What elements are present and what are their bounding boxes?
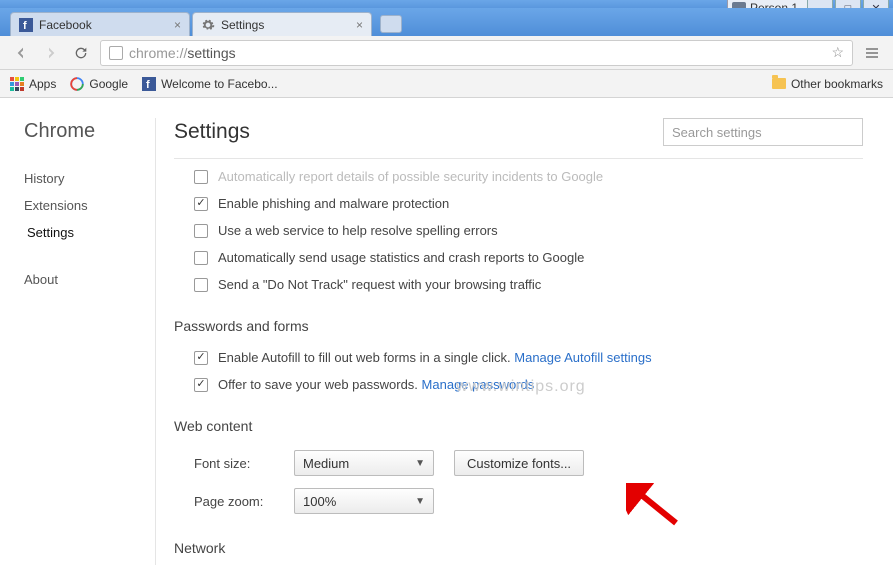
sidebar-item-about[interactable]: About xyxy=(24,266,155,293)
search-placeholder: Search settings xyxy=(672,125,762,140)
option-enable-autofill[interactable]: Enable Autofill to fill out web forms in… xyxy=(174,344,863,371)
search-settings-input[interactable]: Search settings xyxy=(663,118,863,146)
checkbox[interactable] xyxy=(194,251,208,265)
chevron-down-icon: ▼ xyxy=(415,496,425,507)
page-zoom-label: Page zoom: xyxy=(194,494,274,509)
checkbox[interactable] xyxy=(194,170,208,184)
forward-button[interactable] xyxy=(40,42,62,64)
option-do-not-track[interactable]: Send a "Do Not Track" request with your … xyxy=(174,271,863,298)
option-phishing-protection[interactable]: Enable phishing and malware protection xyxy=(174,190,863,217)
close-icon[interactable]: × xyxy=(174,18,181,32)
save-pw-text: Offer to save your web passwords. xyxy=(218,377,418,392)
customize-fonts-button[interactable]: Customize fonts... xyxy=(454,450,584,476)
sidebar-item-history[interactable]: History xyxy=(24,165,155,192)
bookmarks-bar: Apps Google f Welcome to Facebo... Other… xyxy=(0,70,893,98)
page-title: Settings xyxy=(174,120,250,144)
tab-label: Settings xyxy=(221,18,264,32)
option-label: Automatically report details of possible… xyxy=(218,169,603,184)
section-passwords-forms: Passwords and forms xyxy=(174,318,863,334)
apps-shortcut[interactable]: Apps xyxy=(10,77,56,91)
checkbox[interactable] xyxy=(194,378,208,392)
section-web-content: Web content xyxy=(174,418,863,434)
page-icon xyxy=(109,46,123,60)
button-label: Customize fonts... xyxy=(467,456,571,471)
checkbox[interactable] xyxy=(194,278,208,292)
apps-icon xyxy=(10,77,24,91)
omnibox[interactable]: chrome://settings ☆ xyxy=(100,40,853,66)
tab-strip: f Facebook × Settings × xyxy=(0,8,893,36)
bookmark-label: Google xyxy=(89,77,128,91)
reload-button[interactable] xyxy=(70,42,92,64)
manage-passwords-link[interactable]: Manage passwords xyxy=(422,377,535,392)
checkbox[interactable] xyxy=(194,224,208,238)
settings-page: Chrome History Extensions Settings About… xyxy=(0,98,893,565)
option-save-passwords[interactable]: Offer to save your web passwords. Manage… xyxy=(174,371,863,398)
sidebar-item-settings[interactable]: Settings xyxy=(24,219,155,246)
url-path: settings xyxy=(187,45,235,61)
bookmark-star-icon[interactable]: ☆ xyxy=(831,44,844,61)
tab-label: Facebook xyxy=(39,18,92,32)
section-network: Network xyxy=(174,540,863,556)
option-label: Enable phishing and malware protection xyxy=(218,196,449,211)
settings-main: Settings Search settings Automatically r… xyxy=(156,98,893,565)
manage-autofill-link[interactable]: Manage Autofill settings xyxy=(514,350,651,365)
autofill-text: Enable Autofill to fill out web forms in… xyxy=(218,350,511,365)
sidebar-item-extensions[interactable]: Extensions xyxy=(24,192,155,219)
option-label: Use a web service to help resolve spelli… xyxy=(218,223,498,238)
bookmark-facebook[interactable]: f Welcome to Facebo... xyxy=(142,77,278,91)
page-zoom-select[interactable]: 100% ▼ xyxy=(294,488,434,514)
option-label: Automatically send usage statistics and … xyxy=(218,250,584,265)
font-size-select[interactable]: Medium ▼ xyxy=(294,450,434,476)
apps-label: Apps xyxy=(29,77,56,91)
checkbox[interactable] xyxy=(194,351,208,365)
folder-icon xyxy=(772,78,786,89)
select-value: Medium xyxy=(303,456,349,471)
chrome-menu-button[interactable] xyxy=(861,42,883,64)
brand-title: Chrome xyxy=(24,120,155,143)
close-icon[interactable]: × xyxy=(356,18,363,32)
google-icon xyxy=(70,77,84,91)
tab-settings[interactable]: Settings × xyxy=(192,12,372,36)
svg-text:f: f xyxy=(23,20,27,32)
chevron-down-icon: ▼ xyxy=(415,458,425,469)
bookmark-google[interactable]: Google xyxy=(70,77,128,91)
option-label: Enable Autofill to fill out web forms in… xyxy=(218,350,652,365)
settings-sidebar: Chrome History Extensions Settings About xyxy=(0,98,155,565)
checkbox[interactable] xyxy=(194,197,208,211)
facebook-icon: f xyxy=(142,77,156,91)
other-bookmarks-label: Other bookmarks xyxy=(791,77,883,91)
option-spelling-service[interactable]: Use a web service to help resolve spelli… xyxy=(174,217,863,244)
facebook-icon: f xyxy=(19,18,33,32)
option-label: Send a "Do Not Track" request with your … xyxy=(218,277,541,292)
bookmark-label: Welcome to Facebo... xyxy=(161,77,278,91)
back-button[interactable] xyxy=(10,42,32,64)
gear-icon xyxy=(201,18,215,32)
svg-text:f: f xyxy=(146,79,150,91)
new-tab-button[interactable] xyxy=(380,15,402,33)
other-bookmarks[interactable]: Other bookmarks xyxy=(772,77,883,91)
option-usage-stats[interactable]: Automatically send usage statistics and … xyxy=(174,244,863,271)
select-value: 100% xyxy=(303,494,336,509)
toolbar: chrome://settings ☆ xyxy=(0,36,893,70)
url-scheme: chrome:// xyxy=(129,45,187,61)
tab-facebook[interactable]: f Facebook × xyxy=(10,12,190,36)
option-label: Offer to save your web passwords. Manage… xyxy=(218,377,534,392)
option-auto-report[interactable]: Automatically report details of possible… xyxy=(174,163,863,190)
font-size-label: Font size: xyxy=(194,456,274,471)
